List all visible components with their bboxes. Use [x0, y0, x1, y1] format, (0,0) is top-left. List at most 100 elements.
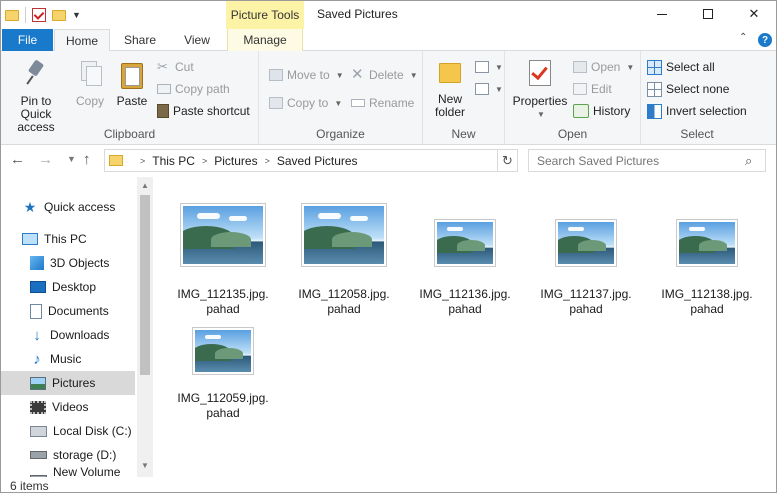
cut-button[interactable]: ✂ Cut	[157, 57, 194, 77]
recent-locations-icon[interactable]: ▼	[67, 154, 76, 164]
file-name-line2: pahad	[206, 406, 240, 420]
up-arrow-icon[interactable]: ↑	[83, 151, 91, 168]
collapse-ribbon-icon[interactable]: ⌃	[739, 32, 747, 43]
folder-icon[interactable]	[5, 9, 19, 21]
breadcrumb-this-pc[interactable]: This PC	[152, 154, 195, 168]
nav-item-label: Local Disk (C:)	[53, 424, 132, 438]
new-folder-icon[interactable]	[52, 9, 66, 21]
select-all-icon	[647, 59, 662, 75]
document-icon	[30, 303, 42, 319]
nav-scrollbar[interactable]: ▲ ▼	[137, 177, 153, 477]
file-name-line2: pahad	[690, 302, 724, 316]
nav-item-documents[interactable]: Documents	[1, 299, 135, 323]
select-all-button[interactable]: Select all	[647, 57, 715, 77]
landscape-photo	[183, 206, 263, 264]
open-button[interactable]: Open ▼	[573, 57, 634, 77]
invert-selection-button[interactable]: Invert selection	[647, 101, 747, 121]
select-all-label: Select all	[666, 60, 715, 74]
history-button[interactable]: History	[573, 101, 630, 121]
open-group: Properties ▼ Open ▼ Edit History Open	[505, 51, 641, 145]
file-name-line1: IMG_112135.jpg.	[177, 287, 269, 301]
ribbon: Pin to Quick access Copy Paste ✂ Cut Cop…	[1, 51, 776, 145]
breadcrumb-saved-pictures[interactable]: Saved Pictures	[277, 154, 358, 168]
search-input[interactable]	[528, 149, 766, 172]
paste-shortcut-button[interactable]: Paste shortcut	[157, 101, 250, 121]
thumbnail-frame	[536, 203, 636, 267]
file-name-line1: IMG_112137.jpg.	[540, 287, 632, 301]
tab-share[interactable]: Share	[113, 29, 167, 51]
rename-button[interactable]: Rename	[351, 93, 414, 113]
clipboard-group-label: Clipboard	[103, 127, 156, 141]
new-folder-icon	[437, 59, 463, 85]
nav-item-3d-objects[interactable]: 3D Objects	[1, 251, 135, 275]
chevron-right-icon[interactable]: >	[202, 156, 207, 166]
delete-button[interactable]: ✕ Delete ▼	[351, 65, 418, 85]
forward-arrow-icon[interactable]: →	[38, 151, 53, 168]
file-name-line1: IMG_112136.jpg.	[419, 287, 511, 301]
nav-item-desktop[interactable]: Desktop	[1, 275, 135, 299]
file-item[interactable]: IMG_112059.jpg. pahad	[173, 327, 273, 421]
nav-item-downloads[interactable]: ↓ Downloads	[1, 323, 135, 347]
easy-access-button[interactable]: ▼	[475, 79, 503, 99]
scroll-down-icon[interactable]: ▼	[141, 461, 149, 470]
address-field[interactable]: > This PC > Pictures > Saved Pictures ▼	[104, 149, 595, 172]
nav-item-label: 3D Objects	[50, 256, 110, 270]
file-name: IMG_112138.jpg. pahad	[657, 287, 757, 317]
search-icon[interactable]: ⌕	[745, 153, 752, 169]
nav-item-label: Music	[50, 352, 82, 366]
nav-item-new-volume-e[interactable]: New Volume (E:)	[1, 465, 135, 477]
new-folder-button[interactable]: New folder	[427, 59, 473, 119]
copy-label: Copy	[75, 94, 104, 108]
tab-view[interactable]: View	[171, 29, 223, 51]
title-bar: ▼ Picture Tools Saved Pictures ✕	[1, 1, 776, 29]
file-item[interactable]: IMG_112138.jpg. pahad	[657, 203, 757, 317]
scrollbar-thumb[interactable]	[140, 195, 150, 375]
file-item[interactable]: IMG_112135.jpg. pahad	[173, 203, 273, 317]
window-title: Saved Pictures	[317, 7, 398, 21]
minimize-button[interactable]	[639, 1, 685, 27]
tab-file[interactable]: File	[2, 29, 53, 51]
customize-toolbar-icon[interactable]: ▼	[72, 10, 81, 20]
nav-item-storage-d[interactable]: storage (D:)	[1, 443, 135, 467]
refresh-button[interactable]: ↻	[498, 149, 518, 172]
chevron-right-icon[interactable]: >	[140, 156, 145, 166]
nav-item-quick-access[interactable]: ★ Quick access	[1, 195, 135, 219]
file-item[interactable]: IMG_112137.jpg. pahad	[536, 203, 636, 317]
file-name: IMG_112135.jpg. pahad	[173, 287, 273, 317]
move-to-button[interactable]: Move to ▼	[269, 65, 344, 85]
file-item[interactable]: IMG_112058.jpg. pahad	[294, 203, 394, 317]
file-item[interactable]: IMG_112136.jpg. pahad	[415, 203, 515, 317]
scroll-up-icon[interactable]: ▲	[141, 181, 149, 190]
new-item-button[interactable]: ▼	[475, 57, 503, 77]
back-arrow-icon[interactable]: ←	[10, 151, 25, 168]
file-name: IMG_112058.jpg. pahad	[294, 287, 394, 317]
properties-check-icon[interactable]	[32, 8, 46, 22]
edit-icon	[573, 83, 587, 95]
star-icon: ★	[23, 198, 37, 215]
properties-button[interactable]: Properties ▼	[511, 59, 569, 121]
image-thumbnail	[555, 219, 617, 267]
chevron-right-icon[interactable]: >	[265, 156, 270, 166]
nav-item-music[interactable]: ♪ Music	[1, 347, 135, 371]
nav-item-local-disk-c[interactable]: Local Disk (C:)	[1, 419, 135, 443]
copy-path-button[interactable]: Copy path	[157, 79, 230, 99]
close-button[interactable]: ✕	[731, 1, 776, 27]
select-none-button[interactable]: Select none	[647, 79, 729, 99]
video-icon	[30, 400, 46, 414]
nav-item-this-pc[interactable]: This PC	[1, 227, 135, 251]
copy-to-button[interactable]: Copy to ▼	[269, 93, 342, 113]
tab-home[interactable]: Home	[54, 29, 110, 52]
properties-icon	[526, 59, 554, 87]
breadcrumb-pictures[interactable]: Pictures	[214, 154, 257, 168]
edit-button[interactable]: Edit	[573, 79, 612, 99]
paste-button[interactable]: Paste	[113, 59, 151, 108]
help-icon[interactable]: ?	[758, 33, 772, 47]
maximize-button[interactable]	[685, 1, 731, 27]
nav-item-pictures[interactable]: Pictures	[1, 371, 135, 395]
paste-shortcut-icon	[157, 104, 169, 118]
pin-quick-access-button[interactable]: Pin to Quick access	[3, 59, 69, 134]
nav-item-videos[interactable]: Videos	[1, 395, 135, 419]
copy-button[interactable]: Copy	[71, 59, 109, 108]
open-icon	[573, 61, 587, 73]
tab-manage[interactable]: Manage	[227, 29, 303, 51]
